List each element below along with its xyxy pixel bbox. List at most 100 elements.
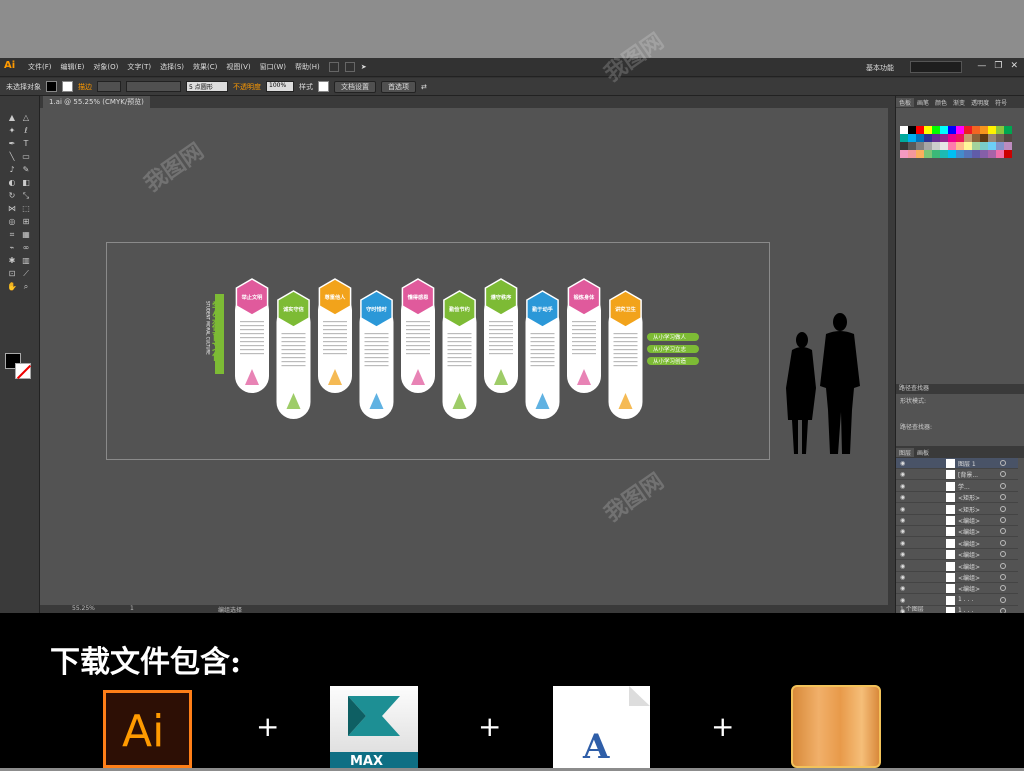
target-circle-icon[interactable] xyxy=(1000,551,1006,558)
gradient-icon[interactable]: ▦ xyxy=(20,229,32,241)
magic-wand-icon[interactable]: ✦ xyxy=(6,125,18,137)
layer-row[interactable]: ◉ 学... xyxy=(896,481,1018,492)
color-swatch[interactable] xyxy=(916,150,924,158)
color-swatch[interactable] xyxy=(964,126,972,134)
eraser-icon[interactable]: ◧ xyxy=(20,177,32,189)
lasso-icon[interactable]: ℓ xyxy=(20,125,32,137)
vertical-scrollbar[interactable] xyxy=(888,96,895,613)
pen-tool-icon[interactable]: ✒ xyxy=(6,138,18,150)
direct-selection-tool-icon[interactable]: △ xyxy=(20,112,32,124)
blend-icon[interactable]: ∞ xyxy=(20,242,32,254)
artboard-tool-icon[interactable]: ⊡ xyxy=(6,268,18,280)
color-swatch[interactable] xyxy=(972,150,980,158)
layer-row[interactable]: ◉ 图层 1 xyxy=(896,458,1018,469)
layer-row[interactable]: ◉ <矩形> xyxy=(896,504,1018,515)
color-swatch[interactable] xyxy=(956,142,964,150)
color-swatch[interactable] xyxy=(996,134,1004,142)
target-circle-icon[interactable] xyxy=(1000,596,1006,603)
visibility-eye-icon[interactable]: ◉ xyxy=(900,460,905,467)
variable-width-field[interactable] xyxy=(126,81,181,92)
visibility-eye-icon[interactable]: ◉ xyxy=(900,517,905,524)
color-swatch[interactable] xyxy=(972,134,980,142)
symbol-sprayer-icon[interactable]: ✱ xyxy=(6,255,18,267)
canvas-area[interactable]: 学生德育文化 STUDENT MORAL CULTURE 举止文明 诚实守信 尊重他… xyxy=(40,108,888,605)
visibility-eye-icon[interactable]: ◉ xyxy=(900,574,905,581)
restore-button[interactable]: ❐ xyxy=(994,61,1002,71)
color-swatch[interactable] xyxy=(988,142,996,150)
target-circle-icon[interactable] xyxy=(1000,505,1006,512)
target-circle-icon[interactable] xyxy=(1000,585,1006,592)
selection-tool-icon[interactable]: ▲ xyxy=(6,112,18,124)
target-circle-icon[interactable] xyxy=(1000,494,1006,501)
color-swatch[interactable] xyxy=(948,134,956,142)
color-swatch[interactable] xyxy=(980,142,988,150)
width-tool-icon[interactable]: ⋈ xyxy=(6,203,18,215)
color-swatch[interactable] xyxy=(948,150,956,158)
color-swatch[interactable] xyxy=(1004,126,1012,134)
send-icon[interactable]: ➤ xyxy=(361,63,367,71)
color-swatch[interactable] xyxy=(956,134,964,142)
opacity-label[interactable]: 不透明度 xyxy=(233,82,261,92)
color-swatch[interactable] xyxy=(916,142,924,150)
color-swatch[interactable] xyxy=(916,126,924,134)
stroke-label[interactable]: 描边 xyxy=(78,82,92,92)
stroke-color-box[interactable] xyxy=(15,363,31,379)
zoom-readout[interactable]: 55.25% xyxy=(72,605,95,612)
target-circle-icon[interactable] xyxy=(1000,482,1006,489)
document-setup-button[interactable]: 文档设置 xyxy=(334,80,376,93)
style-swatch[interactable] xyxy=(318,81,329,92)
target-circle-icon[interactable] xyxy=(1000,574,1006,580)
color-swatch[interactable] xyxy=(940,126,948,134)
slice-tool-icon[interactable]: ⟋ xyxy=(20,268,32,280)
color-swatch[interactable] xyxy=(924,150,932,158)
visibility-eye-icon[interactable]: ◉ xyxy=(900,494,905,501)
color-swatch[interactable] xyxy=(980,126,988,134)
color-swatch[interactable] xyxy=(932,134,940,142)
rotate-icon[interactable]: ↻ xyxy=(6,190,18,202)
menu-effect[interactable]: 效果(C) xyxy=(193,62,217,72)
brush-definition-field[interactable]: 5 点圆形 xyxy=(186,81,228,92)
bridge-icon[interactable] xyxy=(328,62,339,72)
color-swatch[interactable] xyxy=(948,126,956,134)
color-swatch[interactable] xyxy=(908,150,916,158)
color-swatch[interactable] xyxy=(908,134,916,142)
target-circle-icon[interactable] xyxy=(1000,528,1006,535)
color-swatch[interactable] xyxy=(964,142,972,150)
target-circle-icon[interactable] xyxy=(1000,539,1006,546)
color-swatch[interactable] xyxy=(940,150,948,158)
layer-row[interactable]: ◉ <编组> xyxy=(896,538,1018,549)
color-swatch[interactable] xyxy=(988,126,996,134)
color-swatch[interactable] xyxy=(900,134,908,142)
stroke-swatch[interactable] xyxy=(62,81,73,92)
tab-symbols[interactable]: 符号 xyxy=(992,98,1010,107)
target-circle-icon[interactable] xyxy=(1000,460,1006,466)
layer-row[interactable]: ◉ <编组> xyxy=(896,561,1018,572)
fill-swatch[interactable] xyxy=(46,81,57,92)
tab-gradient[interactable]: 渐变 xyxy=(950,98,968,107)
search-input[interactable] xyxy=(910,61,962,73)
color-swatch[interactable] xyxy=(908,126,916,134)
arrange-docs-icon[interactable] xyxy=(344,62,355,72)
color-swatch[interactable] xyxy=(980,134,988,142)
scale-icon[interactable]: ⤡ xyxy=(20,190,32,202)
menu-help[interactable]: 帮助(H) xyxy=(295,62,320,72)
tab-color[interactable]: 颜色 xyxy=(932,98,950,107)
color-swatch[interactable] xyxy=(1004,142,1012,150)
blob-brush-icon[interactable]: ◐ xyxy=(6,177,18,189)
color-swatch[interactable] xyxy=(940,142,948,150)
color-swatch[interactable] xyxy=(932,142,940,150)
layer-row[interactable]: ◉ <编组> xyxy=(896,549,1018,561)
color-swatch[interactable] xyxy=(908,142,916,150)
document-tab[interactable]: 1.ai @ 55.25% (CMYK/预览) xyxy=(43,96,150,108)
artboard[interactable]: 学生德育文化 STUDENT MORAL CULTURE 举止文明 诚实守信 尊重他… xyxy=(106,242,770,460)
layer-row[interactable]: ◉ [背景... xyxy=(896,469,1018,481)
layer-row[interactable]: ◉ <编组> xyxy=(896,515,1018,526)
color-swatch[interactable] xyxy=(932,150,940,158)
layer-row[interactable]: ◉ <编组> xyxy=(896,583,1018,595)
menu-object[interactable]: 对象(O) xyxy=(93,62,118,72)
preferences-button[interactable]: 首选项 xyxy=(381,80,416,93)
menu-select[interactable]: 选择(S) xyxy=(160,62,184,72)
color-swatch[interactable] xyxy=(1004,150,1012,158)
color-swatch[interactable] xyxy=(956,126,964,134)
minimize-button[interactable]: — xyxy=(977,61,986,71)
